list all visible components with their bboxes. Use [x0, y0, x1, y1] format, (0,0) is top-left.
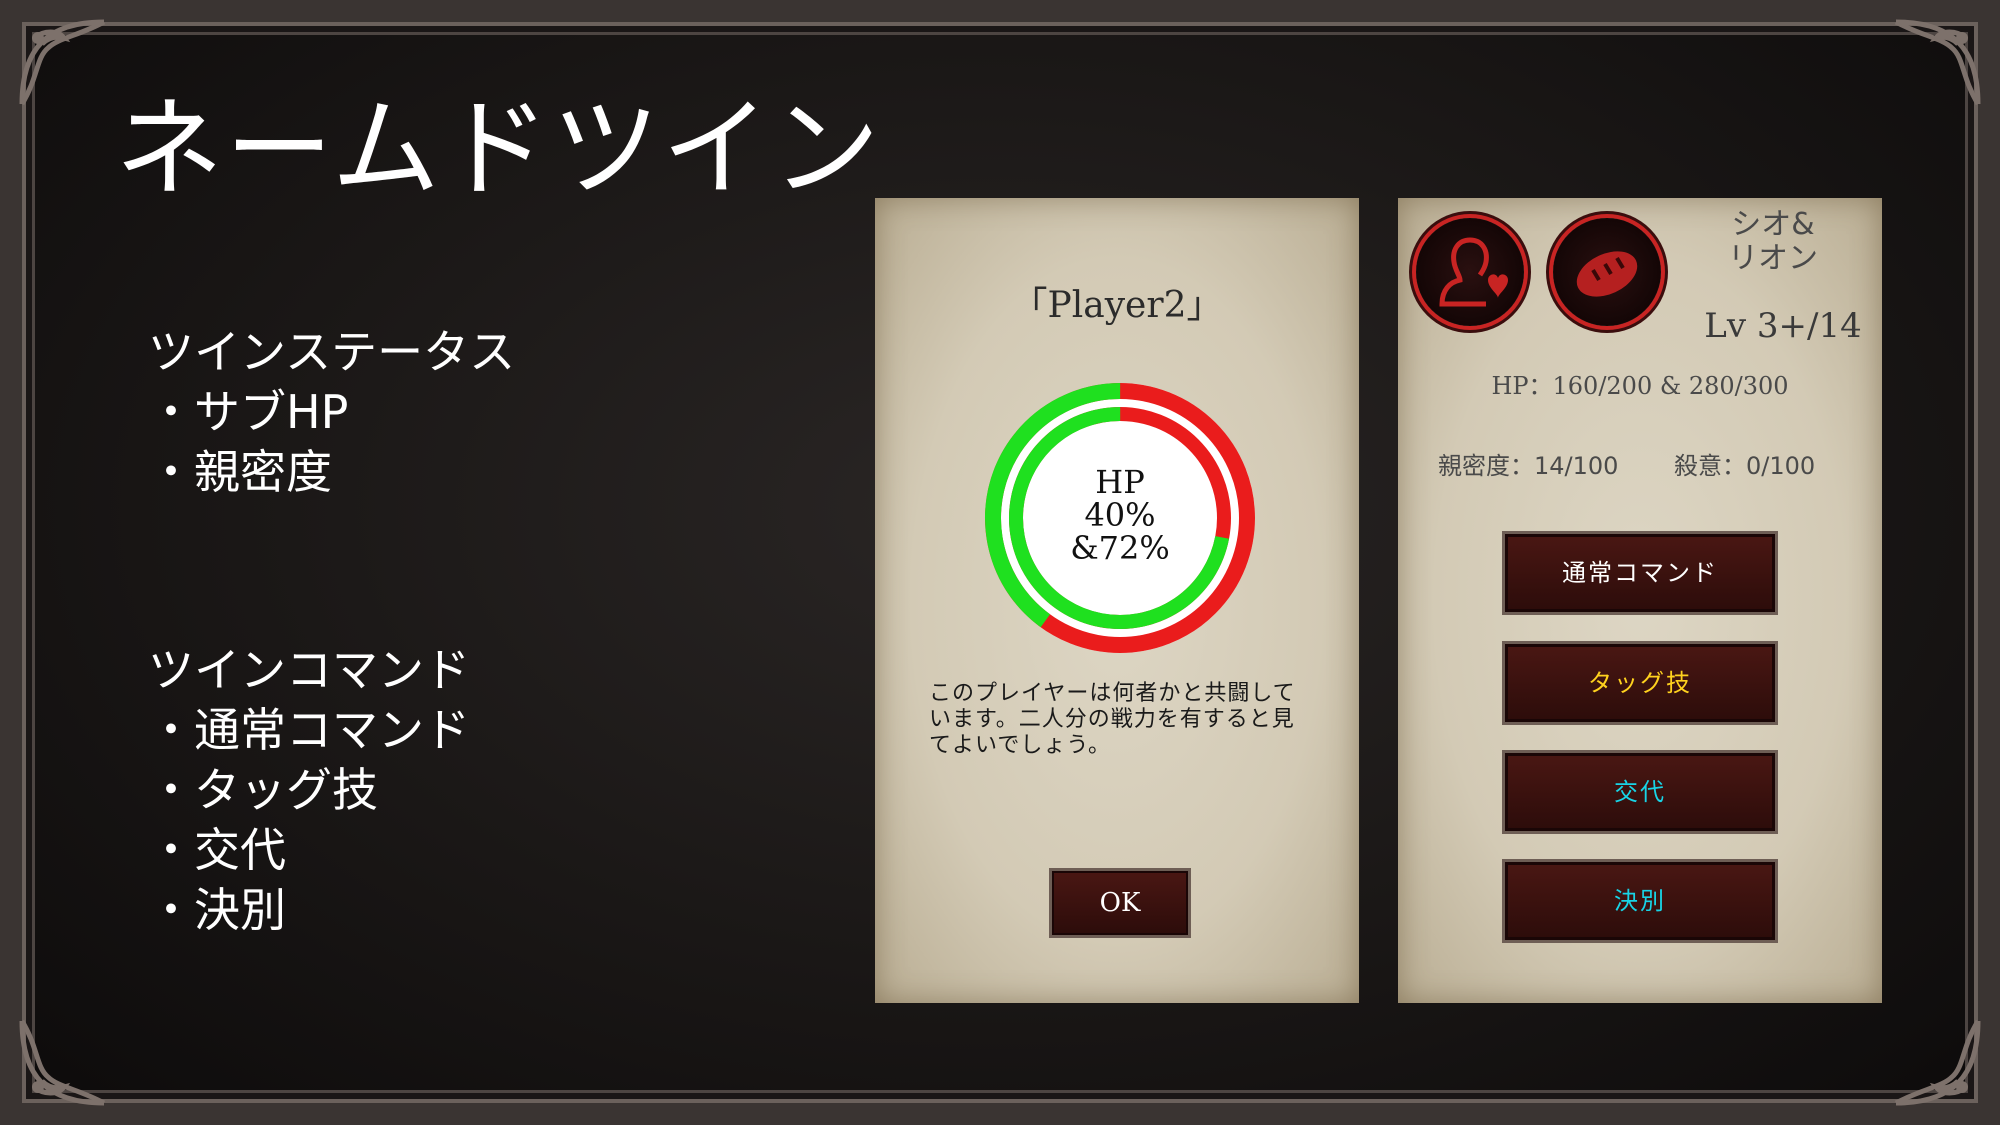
list-item: ・親密度 [148, 445, 332, 499]
normal-command-button[interactable]: 通常コマンド [1502, 531, 1778, 615]
hp-secondary-value: &72% [1070, 529, 1170, 567]
intimacy-stat: 親密度：14/100 [1438, 452, 1619, 480]
twin-status-list: ツインステータス ・サブHP ・親密度 [148, 322, 515, 502]
list-item: ・サブHP [148, 385, 349, 439]
ornament-corner-icon [1882, 8, 1992, 118]
twin-command-list: ツインコマンド ・通常コマンド ・タッグ技 ・交代 ・決別 [148, 640, 470, 940]
twin-status-heading: ツインステータス [148, 325, 516, 379]
list-item: ・通常コマンド [148, 703, 470, 757]
swap-button[interactable]: 交代 [1502, 750, 1778, 834]
ornament-corner-icon [1882, 1007, 1992, 1117]
ok-button[interactable]: OK [1049, 868, 1191, 938]
twin-pair-name-line2: リオン [1728, 241, 1818, 276]
tag-skill-button[interactable]: タッグ技 [1502, 641, 1778, 725]
twin-level: Lv 3+/14 [1704, 306, 1862, 346]
player-description: このプレイヤーは何者かと共闘しています。二人分の戦力を有すると見てよいでしょう。 [929, 681, 1296, 758]
twin-command-heading: ツインコマンド [148, 643, 470, 697]
list-item: ・決別 [148, 883, 286, 937]
hp-label: HP [1095, 463, 1145, 501]
twin-hp: HP：160/200 & 280/300 [1491, 372, 1789, 400]
list-item: ・交代 [148, 823, 286, 877]
hostility-stat: 殺意：0/100 [1674, 452, 1816, 480]
twin-status-panel: シオ& リオン Lv 3+/14 HP：160/200 & 280/300 親密… [1398, 198, 1882, 1003]
hp-primary-value: 40% [1084, 496, 1156, 534]
slide-title: ネームドツイン [115, 87, 882, 212]
hp-ring-label: HP 40% &72% [980, 466, 1260, 565]
twin-pair-name-line1: シオ& [1731, 207, 1815, 242]
part-ways-button[interactable]: 決別 [1502, 859, 1778, 943]
list-item: ・タッグ技 [148, 763, 378, 817]
ornament-corner-icon [8, 1007, 118, 1117]
player-info-panel: 「Player2」 HP 40% &72% このプレイヤーは何者かと共闘していま… [875, 198, 1359, 1003]
bread-icon[interactable] [1553, 218, 1661, 326]
ornament-corner-icon [8, 8, 118, 118]
twin-bond-icon[interactable] [1416, 218, 1524, 326]
player-name: 「Player2」 [1011, 285, 1223, 326]
twin-pair-name: シオ& リオン [1698, 208, 1848, 276]
